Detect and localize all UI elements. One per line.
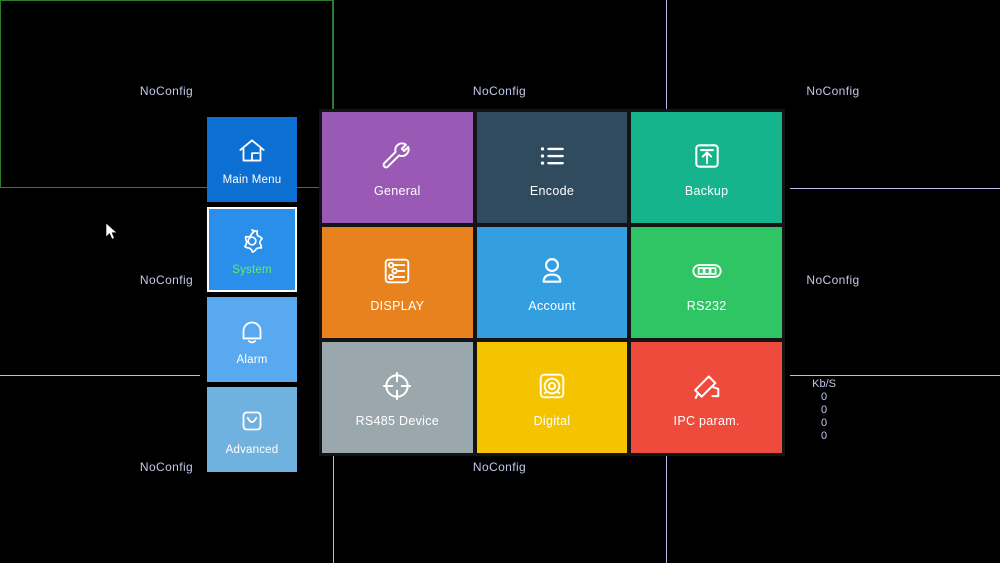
sidebar-item-main-menu[interactable]: Main Menu <box>207 117 297 202</box>
list-icon <box>533 137 571 175</box>
home-icon <box>235 134 269 168</box>
menu-tile-digital[interactable]: Digital <box>476 342 628 453</box>
pane-status-label: NoConfig <box>139 273 194 287</box>
bitrate-value: 0 <box>821 391 828 403</box>
camera-icon <box>688 367 726 405</box>
sidebar-item-label: Advanced <box>225 443 279 456</box>
menu-tile-account[interactable]: Account <box>476 227 628 338</box>
connector-icon <box>688 252 726 290</box>
user-icon <box>533 252 571 290</box>
menu-tile-ipc-param[interactable]: IPC param. <box>631 342 782 453</box>
crosshair-icon <box>378 367 416 405</box>
pane-status-label: NoConfig <box>139 84 194 98</box>
pane-status-label: NoConfig <box>472 460 527 474</box>
gear-icon <box>235 224 269 258</box>
system-menu-grid: General Encode Backup DISPLAY Account RS… <box>322 112 782 453</box>
menu-tile-encode[interactable]: Encode <box>476 112 628 223</box>
wrench-icon <box>378 137 416 175</box>
sidebar-item-label: System <box>232 263 272 276</box>
menu-tile-label: Digital <box>533 414 571 428</box>
lens-icon <box>533 367 571 405</box>
menu-tile-backup[interactable]: Backup <box>631 112 782 223</box>
sidebar-item-label: Main Menu <box>222 173 282 186</box>
menu-tile-label: Account <box>528 299 576 313</box>
menu-tile-label: DISPLAY <box>370 299 425 313</box>
upload-box-icon <box>688 137 726 175</box>
bell-icon <box>235 314 269 348</box>
menu-tile-label: IPC param. <box>673 414 740 428</box>
bitrate-unit-label: Kb/S <box>812 378 836 390</box>
bitrate-value: 0 <box>821 430 828 442</box>
pane-status-label: NoConfig <box>806 84 860 98</box>
pane-divider-vertical <box>666 455 667 563</box>
tools-icon <box>235 404 269 438</box>
bitrate-value: 0 <box>821 417 828 429</box>
menu-tile-label: Backup <box>684 184 729 198</box>
bitrate-readout: Kb/S 0 0 0 0 <box>812 378 836 443</box>
pane-status-label: NoConfig <box>806 273 860 287</box>
pane-status-label: NoConfig <box>139 460 194 474</box>
menu-tile-label: RS232 <box>686 299 727 313</box>
sidebar-item-advanced[interactable]: Advanced <box>207 387 297 472</box>
quick-sidebar: Main Menu System Alarm Advanced <box>207 117 297 472</box>
system-menu-panel: General Encode Backup DISPLAY Account RS… <box>319 109 785 456</box>
mouse-cursor <box>105 222 118 241</box>
pane-divider-horizontal <box>790 375 1000 376</box>
menu-tile-label: General <box>374 184 421 198</box>
menu-tile-rs232[interactable]: RS232 <box>631 227 782 338</box>
dvr-screen: NoConfig NoConfig NoConfig NoConfig NoCo… <box>0 0 1000 563</box>
bitrate-value: 0 <box>821 404 828 416</box>
menu-tile-general[interactable]: General <box>322 112 473 223</box>
sliders-icon <box>378 252 416 290</box>
menu-tile-label: RS485 Device <box>355 414 440 428</box>
sidebar-item-system[interactable]: System <box>207 207 297 292</box>
sidebar-item-label: Alarm <box>236 353 268 366</box>
menu-tile-label: Encode <box>529 184 575 198</box>
menu-tile-display[interactable]: DISPLAY <box>322 227 473 338</box>
pane-status-label: NoConfig <box>472 84 527 98</box>
sidebar-item-alarm[interactable]: Alarm <box>207 297 297 382</box>
menu-tile-rs485-device[interactable]: RS485 Device <box>322 342 473 453</box>
